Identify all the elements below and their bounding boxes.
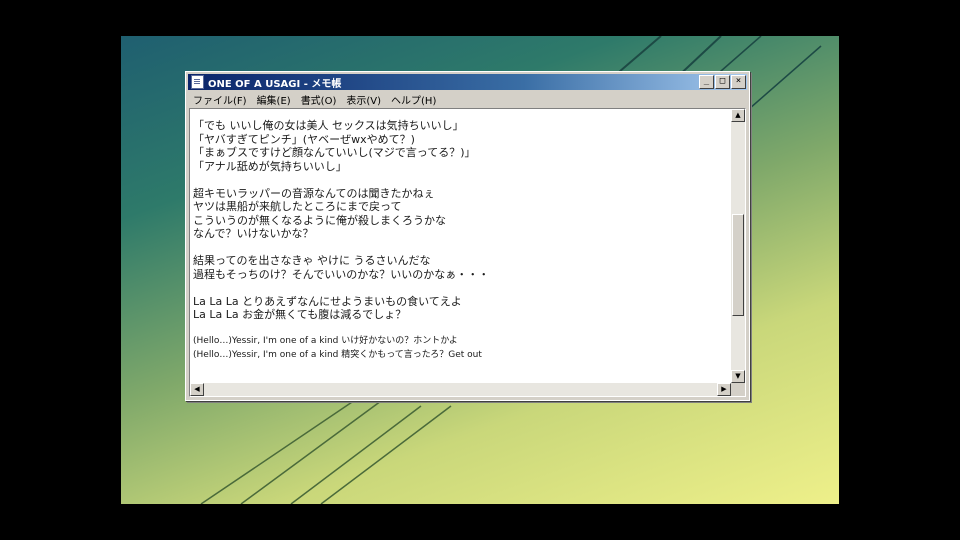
- text-line: [193, 281, 731, 295]
- text-line: [193, 241, 731, 255]
- menu-file[interactable]: ファイル(F): [188, 92, 252, 107]
- horizontal-scrollbar[interactable]: ◀ ▶: [190, 383, 731, 396]
- text-line: 超キモいラッパーの音源なんてのは聞きたかねぇ: [193, 186, 435, 200]
- menu-view[interactable]: 表示(V): [341, 92, 386, 107]
- scrollbar-corner: [731, 383, 745, 396]
- text-line: (Hello…)Yessir, I'm one of a kind 精突くかもっ…: [193, 349, 482, 360]
- text-line: [193, 173, 731, 187]
- close-button[interactable]: ×: [731, 75, 746, 89]
- window-title: ONE OF A USAGI - メモ帳: [208, 78, 342, 90]
- text-line: (Hello…)Yessir, I'm one of a kind いけ好かない…: [193, 336, 458, 346]
- menu-format[interactable]: 書式(O): [296, 92, 342, 107]
- notepad-window[interactable]: ONE OF A USAGI - メモ帳 _ □ × ファイル(F) 編集(E)…: [185, 71, 750, 401]
- text-line: 「まぁブスですけど顔なんていいし(マジで言ってる？)」: [193, 146, 476, 159]
- title-bar[interactable]: ONE OF A USAGI - メモ帳 _ □ ×: [188, 74, 747, 90]
- menu-help[interactable]: ヘルプ(H): [386, 92, 441, 107]
- text-line: こういうのが無くなるように俺が殺しまくろうかな: [193, 213, 446, 227]
- text-line: 「アナル舐めが気持ちいいし」: [193, 159, 347, 173]
- text-editor[interactable]: 「でも いいし俺の女は美人 セックスは気持ちいいし」 「ヤバすぎてピンチ」(ヤベ…: [189, 108, 746, 397]
- text-line: 過程もそっちのけ？そんでいいのかな？いいのかなぁ・・・: [193, 267, 490, 281]
- text-line: La La La とりあえずなんにせようまいもの食いてえよ: [193, 294, 462, 308]
- notepad-icon: [191, 75, 204, 89]
- text-line: ヤツは黒船が来航したところにまで戻って: [193, 200, 402, 213]
- arrow-down-icon[interactable]: ▼: [731, 370, 745, 383]
- arrow-right-icon[interactable]: ▶: [717, 383, 731, 396]
- text-line: 「ヤバすぎてピンチ」(ヤベーぜwxやめて？): [193, 132, 415, 146]
- text-content[interactable]: 「でも いいし俺の女は美人 セックスは気持ちいいし」 「ヤバすぎてピンチ」(ヤベ…: [190, 109, 731, 383]
- text-line: 結果ってのを出さなきゃ やけに うるさいんだな: [193, 254, 431, 267]
- minimize-button[interactable]: _: [699, 75, 714, 89]
- vertical-scroll-thumb[interactable]: [732, 214, 744, 316]
- arrow-up-icon[interactable]: ▲: [731, 109, 745, 122]
- text-line: [193, 322, 731, 336]
- menu-edit[interactable]: 編集(E): [252, 92, 296, 107]
- menu-bar: ファイル(F) 編集(E) 書式(O) 表示(V) ヘルプ(H): [188, 91, 747, 107]
- text-line: なんで？いけないかな？: [193, 227, 314, 240]
- vertical-scrollbar[interactable]: ▲ ▼: [731, 109, 745, 383]
- text-line: 「でも いいし俺の女は美人 セックスは気持ちいいし」: [193, 119, 464, 132]
- maximize-button[interactable]: □: [715, 75, 730, 89]
- arrow-left-icon[interactable]: ◀: [190, 383, 204, 396]
- window-controls: _ □ ×: [699, 75, 746, 89]
- text-line: La La La お金が無くても腹は減るでしょ？: [193, 308, 407, 321]
